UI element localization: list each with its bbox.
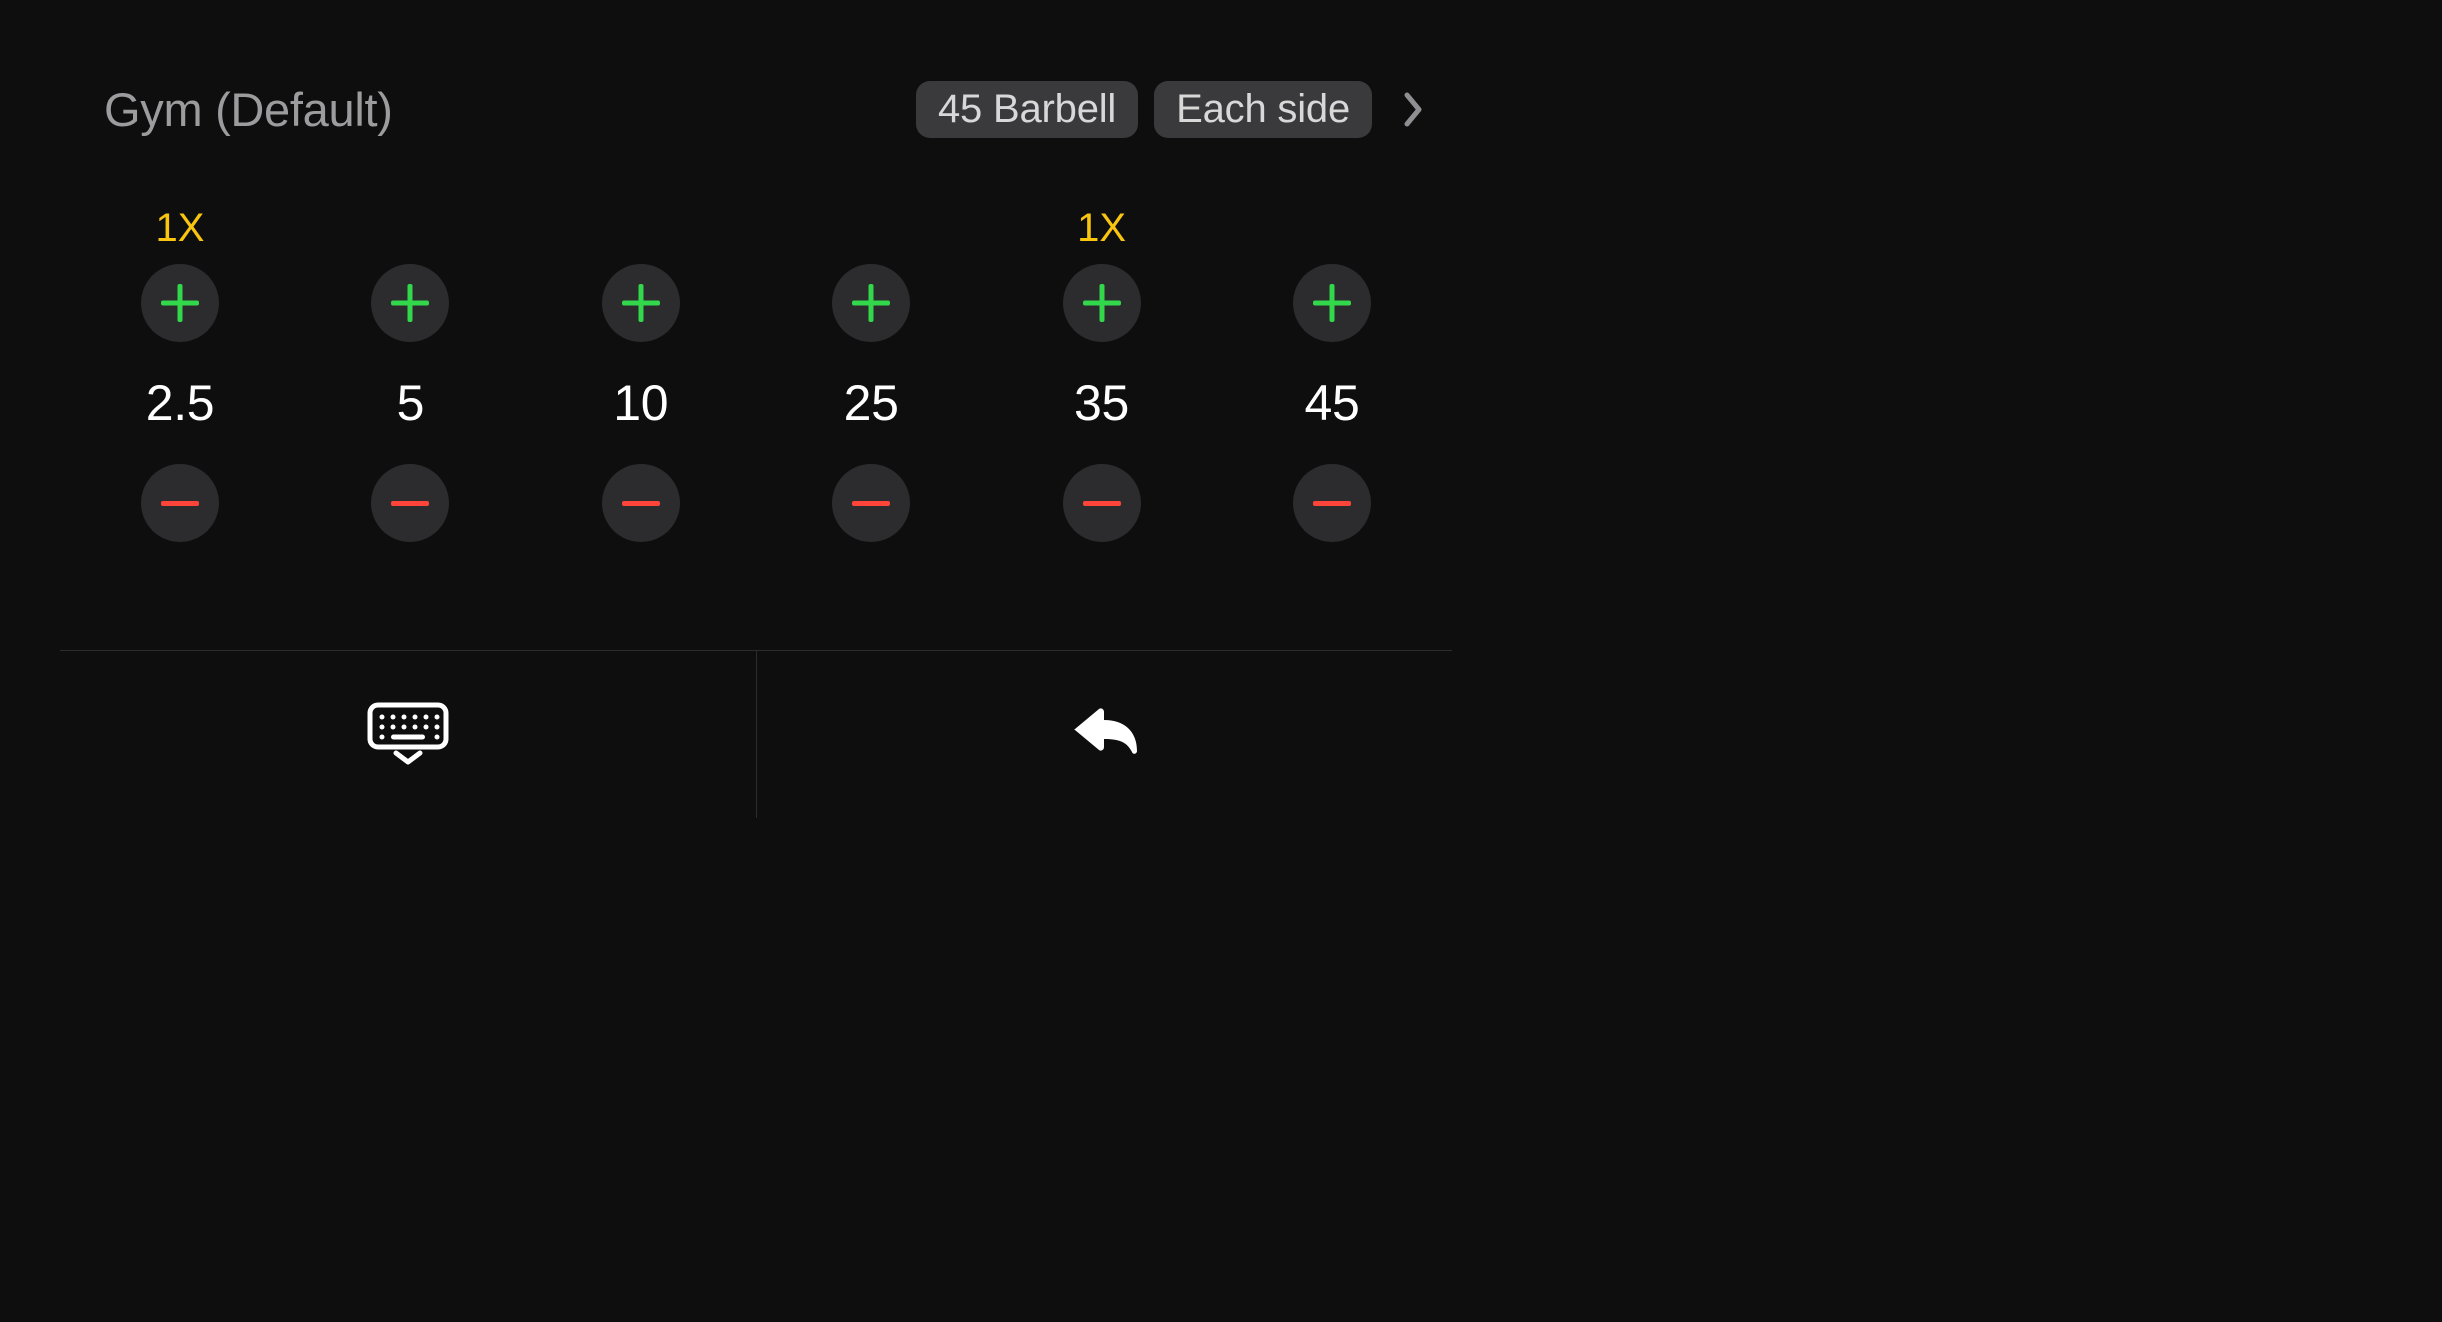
- plate-remove-button[interactable]: [371, 464, 449, 542]
- plates-grid: 1X 2.5 1X 5 1X 10 1X 25 1X: [0, 140, 1512, 650]
- plate-remove-button[interactable]: [141, 464, 219, 542]
- minus-icon: [1083, 501, 1121, 506]
- plate-add-button[interactable]: [1063, 264, 1141, 342]
- plus-icon: [1313, 284, 1351, 322]
- plate-remove-button[interactable]: [832, 464, 910, 542]
- minus-icon: [161, 501, 199, 506]
- plate-column: 1X 5: [350, 202, 470, 600]
- minus-icon: [622, 501, 660, 506]
- plate-column: 1X 10: [581, 202, 701, 600]
- plate-multiplier: 1X: [156, 202, 205, 254]
- barbell-chip[interactable]: 45 Barbell: [916, 81, 1138, 138]
- plate-value: 10: [613, 374, 668, 432]
- plate-add-button[interactable]: [602, 264, 680, 342]
- undo-icon: [1069, 705, 1139, 764]
- plus-icon: [391, 284, 429, 322]
- keyboard-icon: [366, 701, 450, 768]
- plate-remove-button[interactable]: [1293, 464, 1371, 542]
- header-options[interactable]: 45 Barbell Each side: [916, 81, 1424, 138]
- plate-add-button[interactable]: [141, 264, 219, 342]
- plus-icon: [852, 284, 890, 322]
- plate-column: 1X 25: [811, 202, 931, 600]
- minus-icon: [391, 501, 429, 506]
- undo-button[interactable]: [757, 651, 1453, 818]
- plate-add-button[interactable]: [832, 264, 910, 342]
- plate-value: 5: [397, 374, 425, 432]
- chevron-right-icon[interactable]: [1404, 92, 1424, 127]
- plus-icon: [622, 284, 660, 322]
- toolbar: [60, 650, 1452, 818]
- minus-icon: [1313, 501, 1351, 506]
- plate-column: 1X 2.5: [120, 202, 240, 600]
- minus-icon: [852, 501, 890, 506]
- plate-add-button[interactable]: [371, 264, 449, 342]
- plate-remove-button[interactable]: [602, 464, 680, 542]
- profile-name[interactable]: Gym (Default): [104, 82, 393, 137]
- plate-value: 35: [1074, 374, 1129, 432]
- plus-icon: [161, 284, 199, 322]
- side-chip[interactable]: Each side: [1154, 81, 1372, 138]
- plate-value: 25: [844, 374, 899, 432]
- plate-column: 1X 45: [1272, 202, 1392, 600]
- keyboard-button[interactable]: [60, 651, 757, 818]
- plate-value: 2.5: [146, 374, 215, 432]
- plate-add-button[interactable]: [1293, 264, 1371, 342]
- plate-remove-button[interactable]: [1063, 464, 1141, 542]
- plus-icon: [1083, 284, 1121, 322]
- plate-value: 45: [1304, 374, 1359, 432]
- plate-multiplier: 1X: [1077, 202, 1126, 254]
- plate-column: 1X 35: [1042, 202, 1162, 600]
